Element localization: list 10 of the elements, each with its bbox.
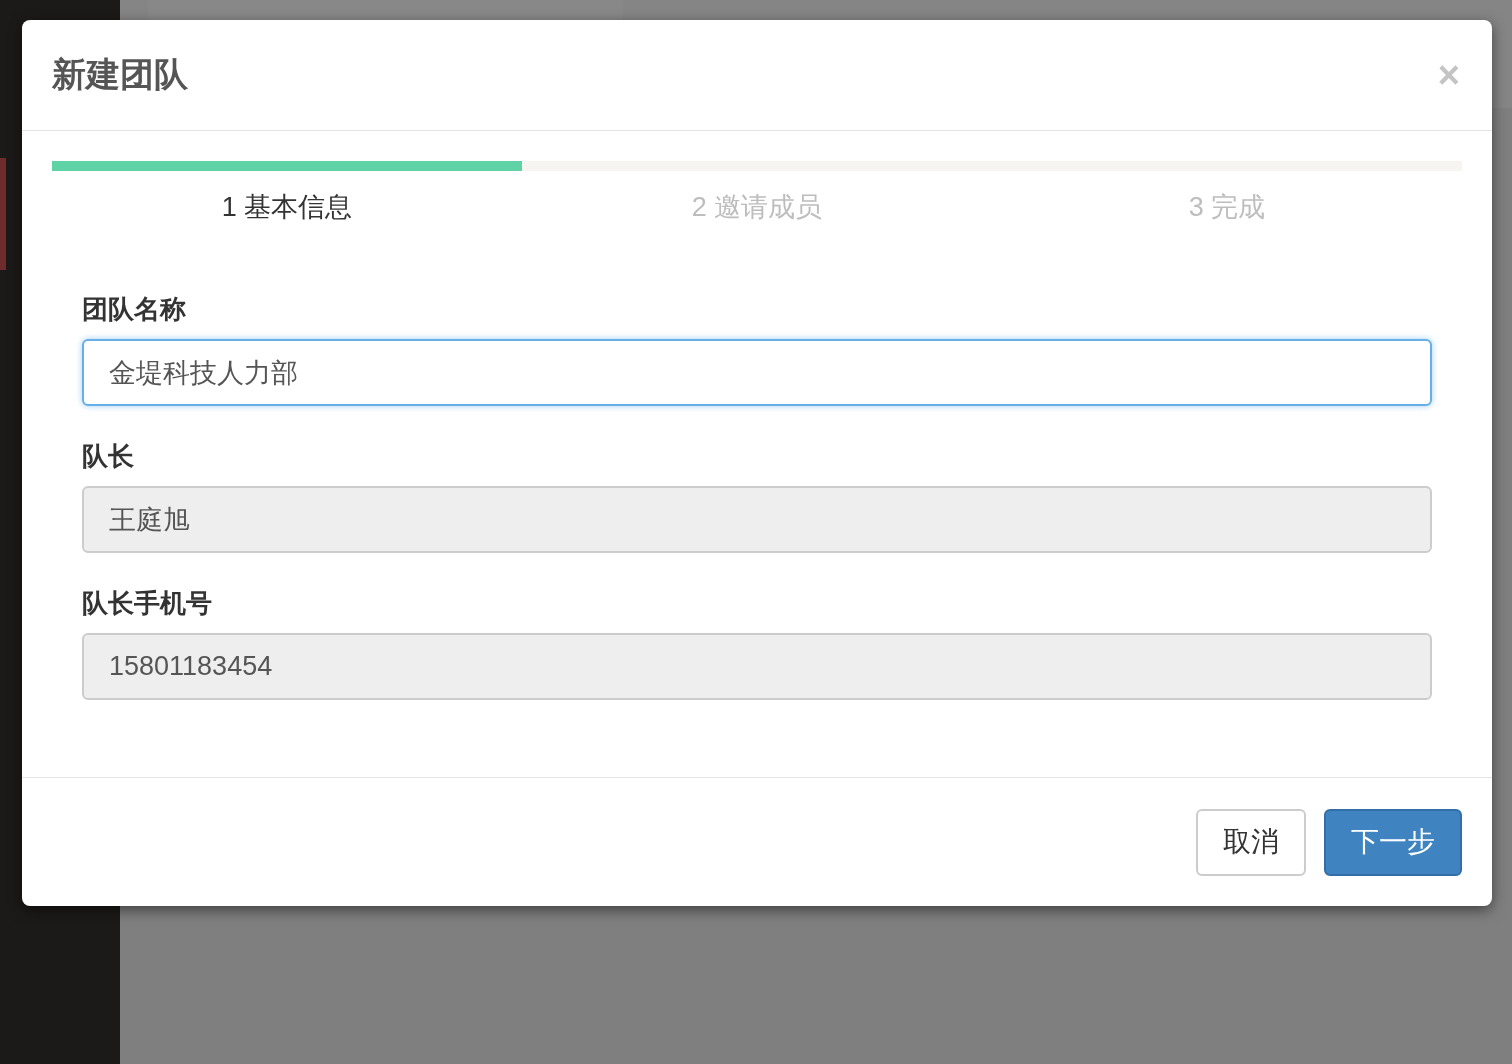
step-label: 2 邀请成员 [690,191,824,224]
input-field[interactable]: 金堤科技人力部 [82,339,1432,406]
field-label: 队长 [82,440,135,473]
dialog-title: 新建团队 [52,54,188,95]
field-label: 队长手机号 [82,587,213,620]
cancel-button[interactable]: 取消 [1196,808,1306,876]
next-button[interactable]: 下一步 [1324,808,1462,876]
field-label: 团队名称 [82,293,187,326]
step-label: 1 基本信息 [220,191,354,224]
step-label: 3 完成 [1187,191,1267,224]
